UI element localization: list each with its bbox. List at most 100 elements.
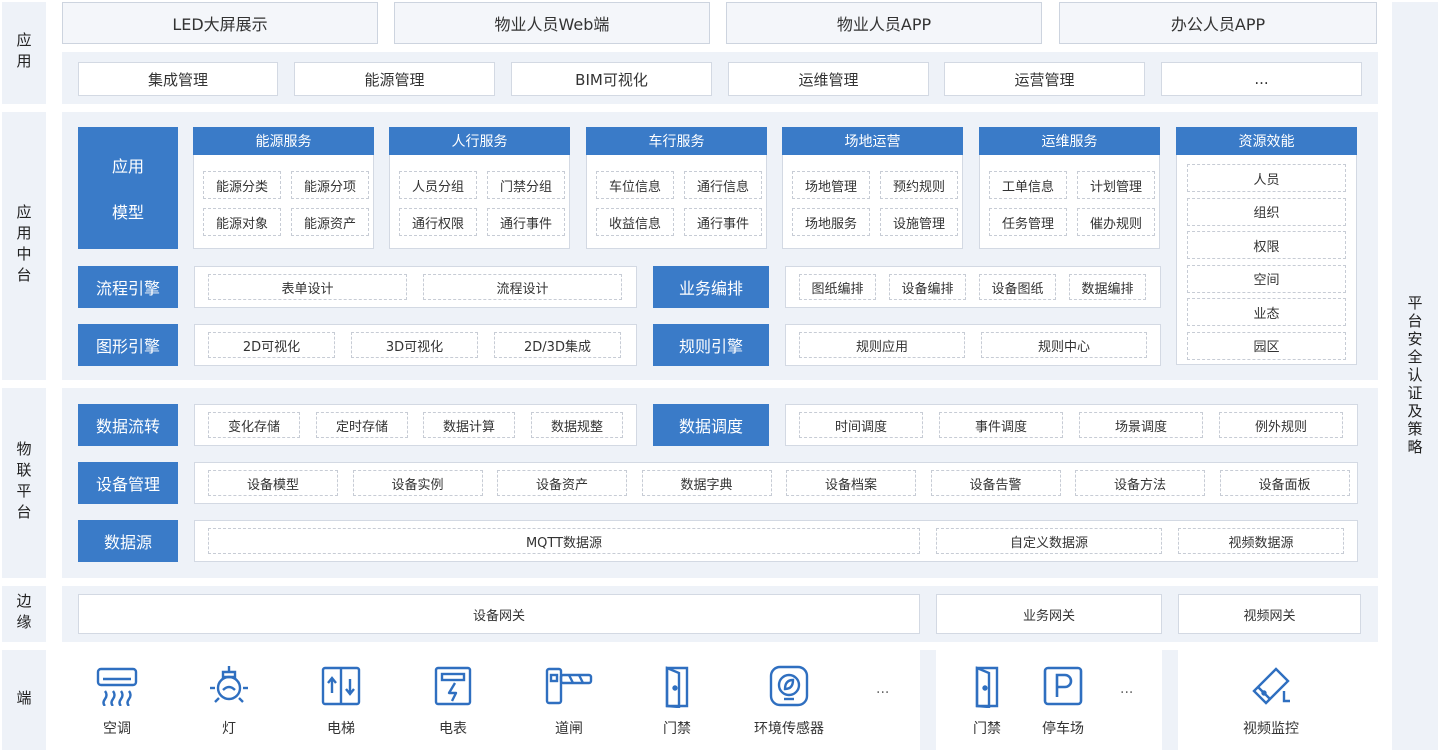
scheduling-item[interactable]: 事件调度: [939, 412, 1063, 438]
device-label-gate: 道闸: [555, 721, 583, 737]
data-flow-item[interactable]: 变化存储: [208, 412, 300, 438]
layer-label-middle: 应用中台: [2, 112, 46, 380]
data-flow-item[interactable]: 定时存储: [316, 412, 408, 438]
resource-item[interactable]: 空间: [1187, 264, 1346, 293]
device-mgmt-item[interactable]: 数据字典: [641, 470, 772, 496]
camera-icon: [1246, 664, 1296, 708]
rules-item[interactable]: 规则中心: [981, 332, 1147, 358]
data-scheduling[interactable]: 数据调度: [653, 404, 769, 446]
app-energy[interactable]: 能源管理: [294, 62, 495, 96]
resource-item[interactable]: 园区: [1187, 331, 1346, 360]
service-title: 车行服务: [586, 127, 767, 155]
process-item[interactable]: 流程设计: [423, 274, 622, 300]
business-item[interactable]: 设备图纸: [979, 274, 1056, 300]
service-item[interactable]: 场地服务: [792, 208, 870, 236]
device-mgmt-item[interactable]: 设备告警: [930, 470, 1061, 496]
data-flow[interactable]: 数据流转: [78, 404, 178, 446]
process-item[interactable]: 表单设计: [208, 274, 407, 300]
scheduling-item[interactable]: 时间调度: [799, 412, 923, 438]
business-gateway[interactable]: 业务网关: [936, 594, 1162, 634]
service-item[interactable]: 能源分项: [291, 171, 369, 199]
service-item[interactable]: 通行事件: [487, 208, 565, 236]
scheduling-item[interactable]: 场景调度: [1079, 412, 1203, 438]
client-web[interactable]: 物业人员Web端: [394, 2, 710, 44]
custom-source[interactable]: 自定义数据源: [936, 528, 1162, 554]
business-item[interactable]: 数据编排: [1069, 274, 1146, 300]
device-mgmt-item[interactable]: 设备方法: [1075, 470, 1205, 496]
resource-item[interactable]: 人员: [1187, 164, 1346, 192]
service-item[interactable]: 工单信息: [989, 171, 1067, 199]
service-item[interactable]: 催办规则: [1077, 208, 1155, 236]
resource-item[interactable]: 业态: [1187, 298, 1346, 326]
data-source[interactable]: 数据源: [78, 520, 178, 562]
business-item[interactable]: 图纸编排: [799, 274, 876, 300]
door-access-icon: [654, 664, 700, 708]
service-item[interactable]: 能源分类: [203, 171, 281, 199]
service-item[interactable]: 计划管理: [1077, 171, 1155, 199]
service-title: 运维服务: [979, 127, 1160, 155]
service-title: 能源服务: [193, 127, 374, 155]
service-item[interactable]: 通行事件: [684, 208, 762, 236]
device-mgmt-item[interactable]: 设备资产: [497, 470, 627, 496]
device-gateway[interactable]: 设备网关: [78, 594, 920, 634]
layer-label-end: 端: [2, 650, 46, 750]
business-item[interactable]: 设备编排: [889, 274, 966, 300]
device-label-sensor: 环境传感器: [754, 721, 824, 737]
device-label-ac: 空调: [103, 721, 131, 737]
video-source[interactable]: 视频数据源: [1178, 528, 1344, 554]
device-label-parking: 停车场: [1042, 721, 1084, 737]
client-property-app[interactable]: 物业人员APP: [726, 2, 1042, 44]
graphics-item[interactable]: 2D/3D集成: [494, 332, 621, 358]
device-mgmt-item[interactable]: 设备档案: [786, 470, 916, 496]
security-label: 平台安全认证及策略: [1405, 295, 1424, 457]
video-gateway[interactable]: 视频网关: [1178, 594, 1361, 634]
data-flow-item[interactable]: 数据规整: [531, 412, 623, 438]
door-access-icon: [964, 664, 1010, 708]
service-item[interactable]: 任务管理: [989, 208, 1067, 236]
app-bim[interactable]: BIM可视化: [511, 62, 712, 96]
app-integration[interactable]: 集成管理: [78, 62, 278, 96]
client-office-app[interactable]: 办公人员APP: [1059, 2, 1377, 44]
device-mgmt-item[interactable]: 设备模型: [208, 470, 338, 496]
resource-item[interactable]: 权限: [1187, 231, 1346, 259]
rules-engine[interactable]: 规则引擎: [653, 324, 769, 366]
mqtt-source[interactable]: MQTT数据源: [208, 528, 920, 554]
app-om[interactable]: 运维管理: [728, 62, 929, 96]
light-bulb-icon: [206, 664, 252, 708]
rules-item[interactable]: 规则应用: [799, 332, 965, 358]
graphics-engine[interactable]: 图形引擎: [78, 324, 178, 366]
data-flow-item[interactable]: 数据计算: [423, 412, 515, 438]
service-item[interactable]: 预约规则: [880, 171, 958, 199]
service-title: 场地运营: [782, 127, 963, 155]
device-label-meter: 电表: [439, 721, 467, 737]
graphics-item[interactable]: 2D可视化: [208, 332, 335, 358]
device-label-door: 门禁: [663, 721, 691, 737]
app-operation[interactable]: 运营管理: [944, 62, 1145, 96]
service-item[interactable]: 门禁分组: [487, 171, 565, 199]
service-item[interactable]: 收益信息: [596, 208, 674, 236]
service-item[interactable]: 设施管理: [880, 208, 958, 236]
device-label-elevator: 电梯: [327, 721, 355, 737]
service-item[interactable]: 通行权限: [399, 208, 477, 236]
process-engine[interactable]: 流程引擎: [78, 266, 178, 308]
client-led[interactable]: LED大屏展示: [62, 2, 378, 44]
air-conditioner-icon: [94, 664, 140, 708]
service-item[interactable]: 车位信息: [596, 171, 674, 199]
service-item[interactable]: 能源对象: [203, 208, 281, 236]
business-orchestration[interactable]: 业务编排: [653, 266, 769, 308]
elevator-icon: [318, 664, 364, 708]
service-item[interactable]: 场地管理: [792, 171, 870, 199]
device-mgmt-item[interactable]: 设备实例: [352, 470, 483, 496]
service-item[interactable]: 能源资产: [291, 208, 369, 236]
device-mgmt-item[interactable]: 设备面板: [1219, 470, 1350, 496]
device-management[interactable]: 设备管理: [78, 462, 178, 504]
group1-more: ...: [876, 681, 890, 697]
device-label-camera: 视频监控: [1243, 721, 1299, 737]
scheduling-item[interactable]: 例外规则: [1219, 412, 1343, 438]
service-item[interactable]: 人员分组: [399, 171, 477, 199]
layer-label-app: 应用: [2, 2, 46, 104]
resource-item[interactable]: 组织: [1187, 197, 1346, 226]
service-item[interactable]: 通行信息: [684, 171, 762, 199]
graphics-item[interactable]: 3D可视化: [351, 332, 478, 358]
resource-title: 资源效能: [1176, 127, 1357, 155]
